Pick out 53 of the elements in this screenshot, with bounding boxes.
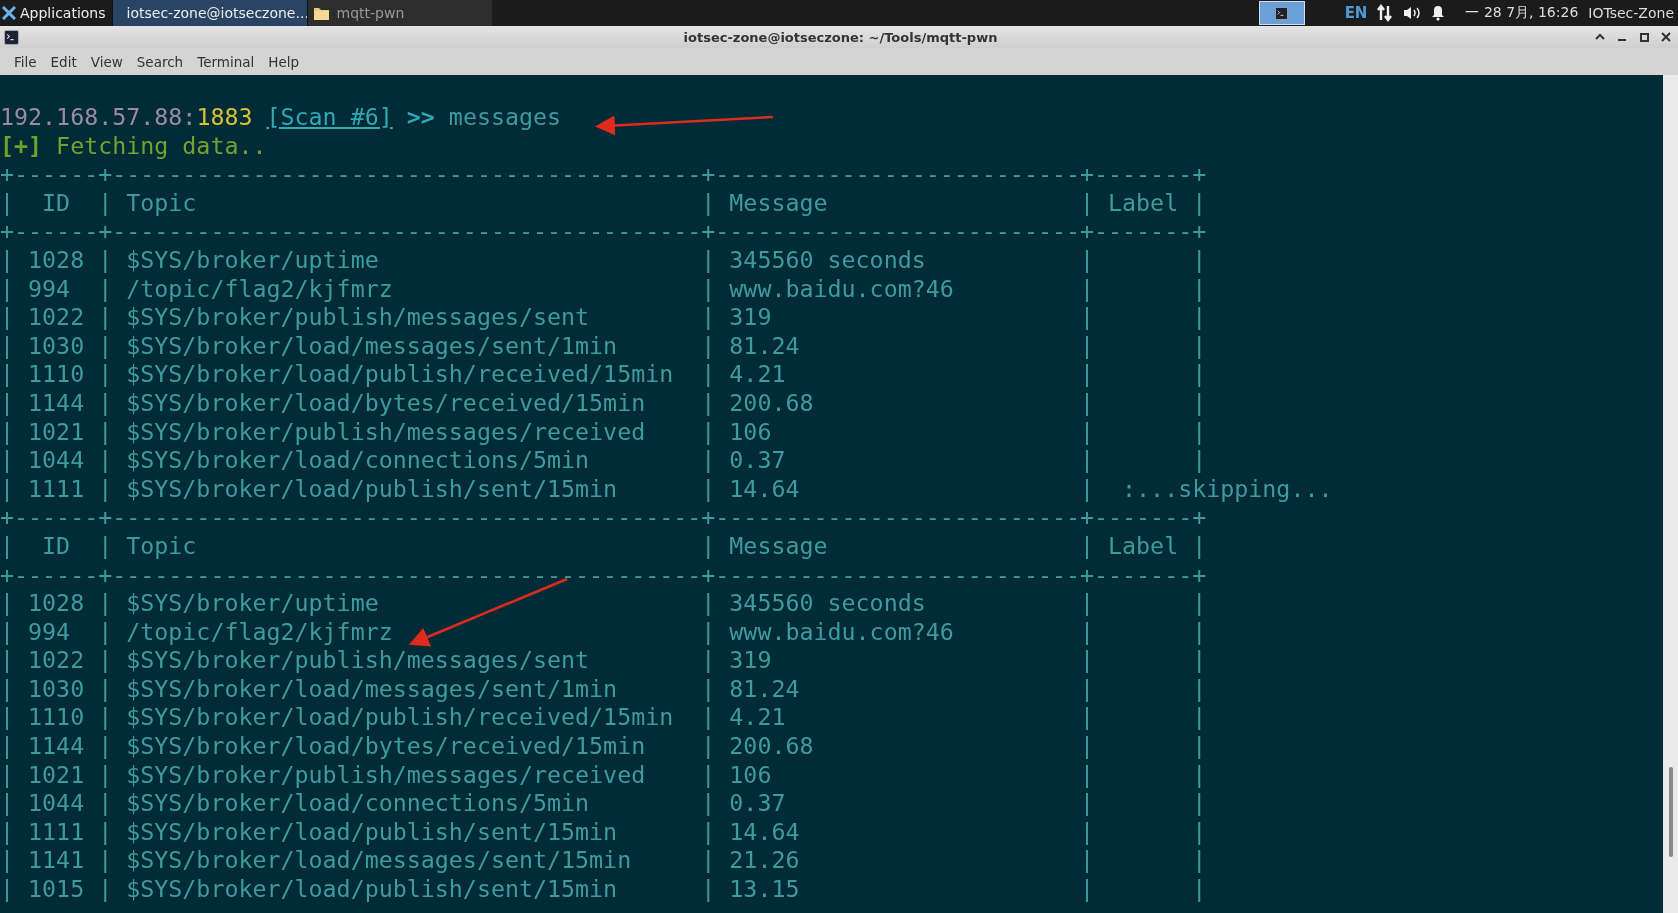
terminal-line: | 1021 | $SYS/broker/publish/messages/received | 106 | | <box>0 417 1207 445</box>
clock[interactable]: 一 28 7月, 16:26 <box>1465 4 1579 22</box>
terminal-line: | 1111 | $SYS/broker/load/publish/sent/15min | 14.64 | :...skipping... <box>0 474 1333 502</box>
maximize-icon <box>1639 32 1649 42</box>
terminal-line: | 1022 | $SYS/broker/publish/messages/sent | 319 | | <box>0 646 1207 674</box>
terminal-line: | 1044 | $SYS/broker/load/connections/5min | 0.37 | | <box>0 446 1207 474</box>
terminal-line: | 1141 | $SYS/broker/load/messages/sent/15min | 21.26 | | <box>0 846 1207 874</box>
terminal-icon <box>1275 6 1289 20</box>
close-icon <box>1661 32 1671 42</box>
user-name[interactable]: IOTsec-Zone <box>1588 5 1674 21</box>
terminal-line: | 1022 | $SYS/broker/publish/messages/sent | 319 | | <box>0 303 1207 331</box>
terminal-line: | 1021 | $SYS/broker/publish/messages/received | 106 | | <box>0 760 1207 788</box>
terminal-line: | 1110 | $SYS/broker/load/publish/received/15min | 4.21 | | <box>0 360 1207 388</box>
terminal-line: | 1044 | $SYS/broker/load/connections/5min | 0.37 | | <box>0 789 1207 817</box>
terminal-line: | 994 | /topic/flag2/kjfmrz | www.baidu.com?46 | | <box>0 274 1207 302</box>
caret-icon <box>1595 33 1605 41</box>
terminal-line: | 1144 | $SYS/broker/load/bytes/received/15min | 200.68 | | <box>0 388 1207 416</box>
menu-item[interactable]: View <box>84 51 129 72</box>
network-icon[interactable] <box>1377 4 1394 22</box>
applications-menu[interactable]: Applications <box>0 0 112 26</box>
workspace-button[interactable] <box>1258 1 1305 25</box>
prompt-line: 192.168.57.88:1883 [Scan #6] >> messages <box>0 103 562 130</box>
terminal-line: | ID | Topic | Message | Label | <box>0 188 1207 216</box>
keyboard-layout[interactable]: EN <box>1344 4 1368 22</box>
taskbar-button[interactable]: mqtt-pwn <box>306 0 492 26</box>
terminal-line: | 1110 | $SYS/broker/load/publish/received/15min | 4.21 | | <box>0 703 1207 731</box>
terminal-line: | 1144 | $SYS/broker/load/bytes/received/15min | 200.68 | | <box>0 732 1207 760</box>
terminal-line: | 1028 | $SYS/broker/uptime | 345560 seconds | | <box>0 245 1207 273</box>
terminal-line: | 1015 | $SYS/broker/load/publish/sent/15min | 13.15 | | <box>0 875 1207 903</box>
terminal-icon <box>4 29 19 45</box>
terminal-line: | ID | Topic | Message | Label | <box>0 531 1207 559</box>
taskbar-button[interactable]: iotsec-zone@iotseczone... <box>111 0 307 26</box>
terminal-line: | 1111 | $SYS/broker/load/publish/sent/15min | 14.64 | | <box>0 817 1207 845</box>
window-title: iotsec-zone@iotseczone: ~/Tools/mqtt-pwn <box>682 29 999 45</box>
terminal-line: | 1028 | $SYS/broker/uptime | 345560 seconds | | <box>0 589 1207 617</box>
terminal-line: +------+------------------------------------------+--------------------------+-------+ <box>0 560 1207 588</box>
folder-icon <box>313 6 329 20</box>
menu-item[interactable]: File <box>8 51 43 72</box>
bell-icon[interactable] <box>1431 5 1446 21</box>
terminal-line: +------+------------------------------------------+--------------------------+-------+ <box>0 503 1207 531</box>
menu-item[interactable]: Help <box>262 51 306 72</box>
terminal-line: | 1030 | $SYS/broker/load/messages/sent/1min | 81.24 | | <box>0 331 1207 359</box>
terminal-line: | 1030 | $SYS/broker/load/messages/sent/1min | 81.24 | | <box>0 674 1207 702</box>
volume-icon[interactable] <box>1403 5 1422 21</box>
terminal-line: | 994 | /topic/flag2/kjfmrz | www.baidu.com?46 | | <box>0 617 1207 645</box>
terminal-line: +------+------------------------------------------+--------------------------+-------+ <box>0 217 1207 245</box>
menu-item[interactable]: Search <box>130 51 190 72</box>
terminal-line: [+] Fetching data.. <box>0 131 267 159</box>
menu-item[interactable]: Terminal <box>191 51 261 72</box>
terminal-line: +------+------------------------------------------+--------------------------+-------+ <box>0 160 1207 188</box>
scrollbar[interactable] <box>1663 75 1678 913</box>
x-logo-icon <box>2 6 16 20</box>
menu-item[interactable]: Edit <box>44 51 83 72</box>
